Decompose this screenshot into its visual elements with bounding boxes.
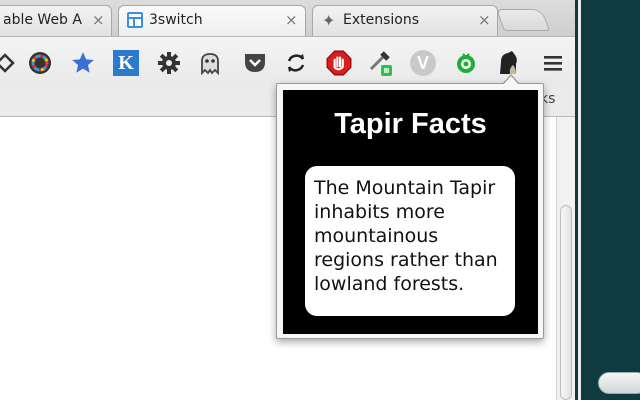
close-icon[interactable]: ×: [478, 11, 491, 29]
dropper-icon[interactable]: [368, 50, 394, 76]
v-icon[interactable]: V: [410, 50, 436, 76]
menu-icon[interactable]: [540, 50, 566, 76]
tab-title: Extensions: [343, 12, 420, 28]
fact-text: The Mountain Tapir inhabits more mountai…: [314, 177, 498, 295]
desktop-button[interactable]: [598, 372, 640, 394]
tab-3switch[interactable]: 3switch ×: [118, 5, 306, 36]
tab-title: able Web A: [3, 12, 82, 28]
popup-content: Tapir Facts The Mountain Tapir inhabits …: [283, 90, 538, 334]
pocket-icon[interactable]: [242, 50, 268, 76]
stop-hand-icon[interactable]: [326, 50, 352, 76]
desktop-background: [575, 0, 640, 400]
k-icon[interactable]: K: [113, 50, 139, 76]
window-edge: [578, 0, 581, 400]
puzzle-icon: ✦: [322, 11, 336, 30]
close-icon[interactable]: ×: [92, 11, 105, 29]
k-label: K: [118, 51, 134, 74]
popup-arrow-fill: [503, 76, 519, 85]
tab-strip: able Web A × 3switch × ✦ Extensions ×: [0, 0, 575, 36]
popup-title: Tapir Facts: [334, 108, 487, 140]
window-icon: [127, 12, 143, 28]
scroll-thumb[interactable]: [560, 205, 572, 400]
gear-icon[interactable]: [156, 50, 182, 76]
v-label: V: [416, 52, 429, 73]
ghost-icon[interactable]: [197, 50, 223, 76]
tab-web-app[interactable]: able Web A ×: [0, 5, 112, 36]
vertical-scrollbar[interactable]: [556, 117, 575, 400]
tag-icon[interactable]: [0, 50, 18, 76]
fact-card: The Mountain Tapir inhabits more mountai…: [305, 166, 515, 316]
pacman-icon[interactable]: [453, 50, 479, 76]
tab-extensions[interactable]: ✦ Extensions ×: [312, 5, 498, 36]
toolbar: K V: [0, 36, 575, 87]
close-icon[interactable]: ×: [285, 11, 298, 29]
star-icon[interactable]: [70, 50, 96, 76]
sync-icon[interactable]: [283, 50, 309, 76]
new-tab-button[interactable]: [495, 9, 551, 31]
color-wheel-icon[interactable]: [27, 50, 53, 76]
tapir-icon[interactable]: [495, 50, 521, 76]
tab-title: 3switch: [149, 12, 203, 28]
